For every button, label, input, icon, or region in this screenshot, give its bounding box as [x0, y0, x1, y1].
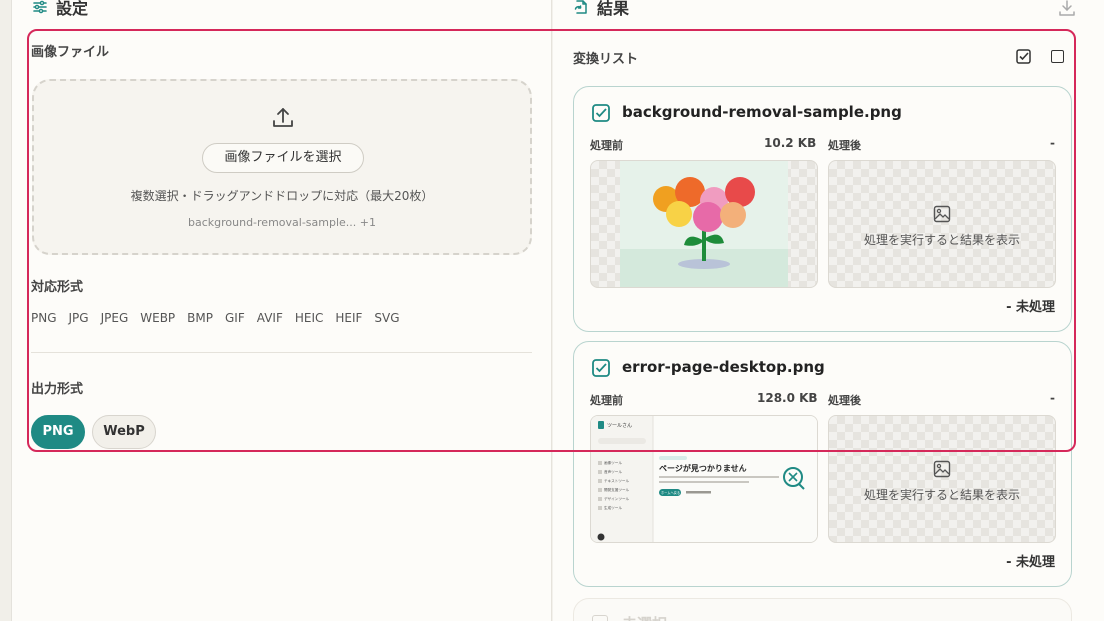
dropzone-note: 複数選択・ドラッグアンドドロップに対応（最大20枚）: [130, 189, 434, 203]
preview-nav-3: テキストツール: [604, 478, 629, 483]
after-label: 処理後: [828, 139, 861, 152]
file-refresh-icon: [574, 0, 587, 14]
checkbox-checked-icon[interactable]: [592, 359, 610, 377]
result-card-2: error-page-desktop.png 処理前 128.0 KB 処理後 …: [573, 341, 1072, 587]
after-placeholder-text: 処理を実行すると結果を表示: [863, 488, 1020, 502]
upload-icon: [273, 108, 293, 127]
before-thumbnail: [590, 160, 818, 288]
supported-formats-list: PNG JPG JPEG WEBP BMP GIF AVIF HEIC HEIF…: [31, 311, 412, 325]
before-thumbnail: ツールさん 画像ツール 音声ツール テキストツール 開発支援ツール デザインツー…: [590, 415, 818, 543]
preview-nav-4: 開発支援ツール: [604, 487, 630, 492]
settings-header: 設定: [32, 0, 88, 22]
preview-nav-1: 画像ツール: [604, 460, 622, 465]
deselect-all-checkbox[interactable]: [1051, 50, 1064, 63]
results-header: 結果: [573, 0, 629, 22]
preview-nav-5: デザインツール: [604, 496, 630, 501]
result-filename: background-removal-sample.png: [622, 103, 902, 121]
outer-sidebar-edge: [0, 0, 12, 621]
before-size: 128.0 KB: [757, 391, 818, 405]
output-format-label: 出力形式: [31, 382, 84, 397]
after-size: -: [1050, 136, 1055, 150]
preview-heading: ページが見つかりません: [659, 463, 747, 473]
results-panel: 結果 変換リスト background-removal-sample.png 処…: [553, 0, 1104, 621]
conversion-list-label: 変換リスト: [573, 52, 639, 67]
sliders-icon: [33, 0, 47, 14]
image-dropzone[interactable]: 画像ファイルを選択 複数選択・ドラッグアンドドロップに対応（最大20枚） bac…: [32, 79, 532, 255]
preview-nav-2: 音声ツール: [604, 469, 622, 474]
format-gif: GIF: [225, 311, 245, 325]
preview-app-name: ツールさん: [607, 422, 632, 429]
results-title: 結果: [597, 0, 630, 18]
before-size: 10.2 KB: [764, 136, 817, 150]
checkbox-checked-icon[interactable]: [592, 104, 610, 122]
format-webp: WEBP: [140, 311, 176, 325]
after-placeholder: 処理を実行すると結果を表示: [828, 415, 1056, 543]
image-icon: [933, 205, 951, 223]
settings-panel: 設定 画像ファイル 画像ファイルを選択 複数選択・ドラッグアンドドロップに対応（…: [12, 0, 552, 621]
preview-home-button: ホームへ戻る: [661, 490, 680, 495]
before-label: 処理前: [590, 139, 623, 152]
flower-image: [620, 161, 788, 287]
result-filename: error-page-desktop.png: [622, 358, 825, 376]
after-placeholder: 処理を実行すると結果を表示: [828, 160, 1056, 288]
format-bmp: BMP: [187, 311, 213, 325]
format-avif: AVIF: [256, 311, 283, 325]
format-heic: HEIC: [294, 311, 324, 325]
format-jpg: JPG: [68, 311, 89, 325]
format-heif: HEIF: [335, 311, 363, 325]
image-file-label: 画像ファイル: [31, 45, 110, 60]
supported-formats-label: 対応形式: [31, 280, 84, 295]
error-page-screenshot: ツールさん 画像ツール 音声ツール テキストツール 開発支援ツール デザインツー…: [591, 416, 817, 542]
settings-title: 設定: [56, 0, 89, 18]
format-svg: SVG: [374, 311, 400, 325]
select-all-checkbox-icon[interactable]: [1016, 49, 1031, 64]
result-card-3: 未選択: [573, 598, 1072, 621]
download-icon[interactable]: [1058, 0, 1076, 17]
selected-files-summary: background-removal-sample... +1: [188, 216, 376, 229]
image-icon: [933, 460, 951, 478]
checkbox-unchecked[interactable]: [592, 615, 608, 621]
after-placeholder-text: 処理を実行すると結果を表示: [863, 233, 1020, 247]
result-filename: 未選択: [622, 613, 667, 621]
after-label: 処理後: [828, 394, 861, 407]
format-png: PNG: [31, 311, 57, 325]
section-divider: [31, 352, 532, 353]
before-label: 処理前: [590, 394, 623, 407]
preview-nav-6: 生成ツール: [604, 505, 622, 510]
after-size: -: [1050, 391, 1055, 405]
select-image-button[interactable]: 画像ファイルを選択: [202, 143, 364, 173]
format-jpeg: JPEG: [100, 311, 129, 325]
output-webp-button[interactable]: WebP: [92, 415, 156, 449]
output-png-button[interactable]: PNG: [31, 415, 85, 449]
result-card-1: background-removal-sample.png 処理前 10.2 K…: [573, 86, 1072, 332]
result-status: - 未処理: [1006, 300, 1055, 315]
result-status: - 未処理: [1006, 555, 1055, 570]
